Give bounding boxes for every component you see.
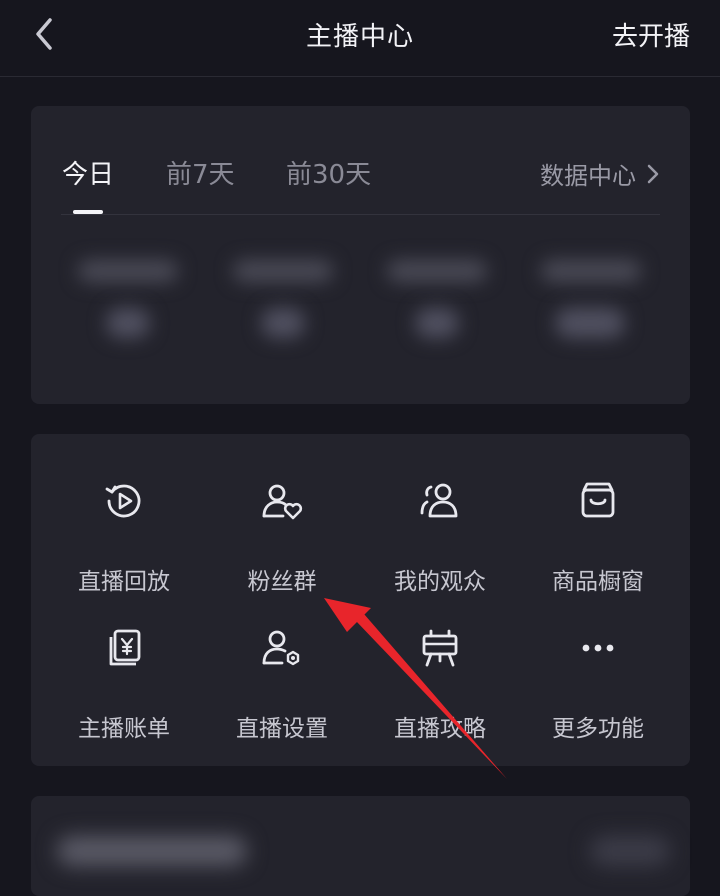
feature-more[interactable]: 更多功能 (516, 627, 680, 757)
more-icon (582, 644, 614, 652)
blurred-content (57, 836, 247, 866)
feature-label: 直播设置 (236, 716, 328, 742)
features-card: 直播回放 粉丝群 我的观众 商品橱窗 主播账单 直播设置 直播攻略 更多功能 (31, 434, 690, 766)
data-center-label: 数据中心 (540, 162, 636, 190)
feature-label: 更多功能 (552, 716, 644, 742)
feature-label: 商品橱窗 (552, 569, 644, 595)
shop-window-icon (581, 482, 615, 518)
go-live-button[interactable]: 去开播 (612, 16, 690, 53)
stat-blurred (68, 246, 188, 356)
feature-my-audience[interactable]: 我的观众 (358, 480, 522, 610)
tab-7-days[interactable]: 前7天 (166, 154, 235, 191)
replay-icon (105, 484, 141, 518)
stat-blurred (531, 246, 651, 356)
stats-card: 今日 前7天 前30天 数据中心 (31, 106, 690, 404)
data-center-link[interactable]: 数据中心 (540, 156, 660, 191)
audience-icon (420, 483, 458, 518)
feature-shop-window[interactable]: 商品橱窗 (516, 480, 680, 610)
guide-icon (422, 629, 458, 667)
fan-group-icon (262, 484, 303, 520)
stat-blurred (223, 246, 343, 356)
feature-label: 直播攻略 (394, 716, 486, 742)
top-bar: 主播中心 去开播 (0, 0, 720, 77)
feature-streamer-bill[interactable]: 主播账单 (42, 627, 206, 757)
tab-today[interactable]: 今日 (62, 154, 114, 191)
tab-30-days[interactable]: 前30天 (286, 154, 371, 191)
stat-blurred (377, 246, 497, 356)
period-tabs: 今日 前7天 前30天 数据中心 (31, 106, 690, 214)
feature-label: 直播回放 (78, 569, 170, 595)
feature-live-settings[interactable]: 直播设置 (200, 627, 364, 757)
bottom-card (31, 796, 690, 896)
tab-divider (61, 214, 660, 215)
bill-icon (109, 629, 141, 666)
feature-label: 我的观众 (394, 569, 486, 595)
stats-row (31, 246, 690, 356)
feature-label: 粉丝群 (247, 569, 317, 595)
feature-live-guide[interactable]: 直播攻略 (358, 627, 522, 757)
blurred-content (590, 836, 670, 866)
chevron-right-icon (647, 164, 659, 183)
feature-label: 主播账单 (78, 716, 170, 742)
settings-user-icon (262, 630, 300, 666)
feature-live-replay[interactable]: 直播回放 (42, 480, 206, 610)
feature-fan-group[interactable]: 粉丝群 (200, 480, 364, 610)
